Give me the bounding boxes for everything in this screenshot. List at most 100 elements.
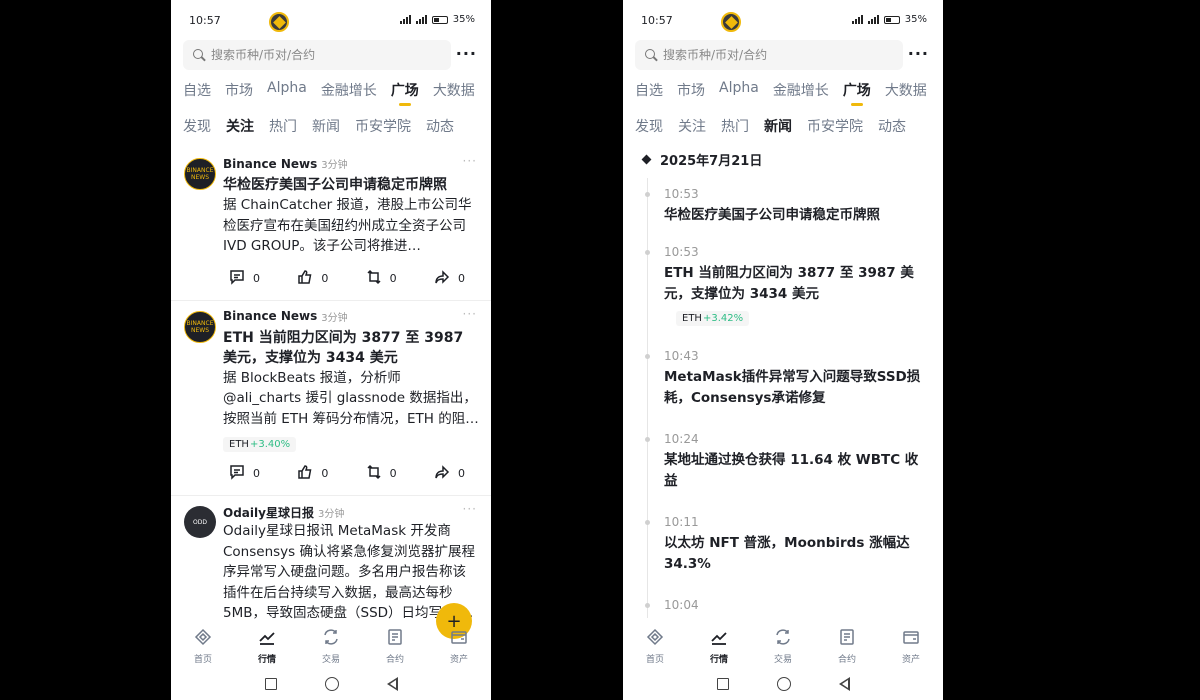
- news-item[interactable]: 10:43 MetaMask插件异常写入问题导致SSD损耗，Consensys承诺…: [623, 340, 943, 409]
- tab-secondary-0[interactable]: 发现: [183, 116, 211, 136]
- tab-primary-1[interactable]: 市场: [225, 80, 253, 100]
- post-body[interactable]: 据 BlockBeats 报道，分析师 @ali_charts 援引 glass…: [223, 368, 479, 430]
- post-body[interactable]: 据 ChainCatcher 报道，港股上市公司华检医疗宣布在美国纽约州成立全资…: [223, 195, 479, 257]
- coin-tag[interactable]: ETH+3.40%: [223, 437, 297, 452]
- repost-icon: [366, 464, 382, 483]
- post-title[interactable]: 华检医疗美国子公司申请稳定币牌照: [223, 175, 479, 195]
- home-system-icon[interactable]: [324, 677, 339, 691]
- news-item[interactable]: 10:04: [623, 589, 943, 612]
- news-item[interactable]: 10:11 以太坊 NFT 普涨，Moonbirds 涨幅达 34.3%: [623, 506, 943, 575]
- tab-primary-5[interactable]: 大数据: [433, 80, 475, 100]
- nav-home[interactable]: 首页: [178, 628, 228, 668]
- more-options-icon[interactable]: ···: [456, 44, 477, 63]
- tab-primary-2[interactable]: Alpha: [719, 80, 759, 100]
- more-options-icon[interactable]: ···: [908, 44, 929, 63]
- post-more-icon[interactable]: ···: [463, 154, 477, 168]
- post-feed: BINANCE NEWS Binance News 3分钟 ··· 华检医疗美国子公司申…: [171, 148, 491, 628]
- tab-primary-4[interactable]: 广场: [391, 80, 419, 106]
- like-button[interactable]: 0: [297, 464, 328, 483]
- primary-tabs: 自选 市场 Alpha 金融增长 广场 大数据: [635, 80, 927, 106]
- nav-label: 合约: [385, 655, 404, 665]
- home-system-icon[interactable]: [776, 677, 791, 691]
- tab-primary-3[interactable]: 金融增长: [773, 80, 829, 100]
- tab-secondary-5[interactable]: 动态: [426, 116, 454, 136]
- nav-trade[interactable]: 交易: [306, 628, 356, 668]
- post-more-icon[interactable]: ···: [463, 307, 477, 321]
- tab-primary-0[interactable]: 自选: [183, 80, 211, 100]
- search-input[interactable]: [663, 48, 883, 62]
- post-more-icon[interactable]: ···: [463, 502, 477, 516]
- battery-percent: 35%: [452, 14, 475, 25]
- tab-primary-5[interactable]: 大数据: [885, 80, 927, 100]
- post-actions: 0 0 0 0: [223, 452, 479, 495]
- post-card[interactable]: BINANCE NEWS Binance News 3分钟 ··· ETH 当前阻力区间…: [171, 301, 491, 496]
- nav-futures[interactable]: 合约: [822, 628, 872, 668]
- comment-button[interactable]: 0: [229, 464, 260, 483]
- news-headline[interactable]: 某地址通过换仓获得 11.64 枚 WBTC 收益: [664, 450, 929, 492]
- nav-wallet[interactable]: 资产: [886, 628, 936, 668]
- post-time: 3分钟: [321, 312, 348, 324]
- comment-button[interactable]: 0: [229, 269, 260, 288]
- repost-button[interactable]: 0: [366, 464, 397, 483]
- timeline-dot: [645, 192, 650, 197]
- tab-secondary-4[interactable]: 币安学院: [807, 116, 863, 136]
- news-headline[interactable]: ETH 当前阻力区间为 3877 至 3987 美元，支撑位为 3434 美元: [664, 263, 929, 305]
- news-headline[interactable]: 华检医疗美国子公司申请稳定币牌照: [664, 205, 929, 226]
- tab-primary-3[interactable]: 金融增长: [321, 80, 377, 100]
- author-avatar[interactable]: BINANCE NEWS: [184, 158, 216, 190]
- tab-secondary-1[interactable]: 关注: [226, 116, 254, 136]
- nav-wallet[interactable]: 资产: [434, 628, 484, 668]
- tab-primary-2[interactable]: Alpha: [267, 80, 307, 100]
- news-time: 10:04: [664, 598, 699, 612]
- tab-primary-1[interactable]: 市场: [677, 80, 705, 100]
- author-name[interactable]: Binance News: [223, 309, 317, 323]
- tab-secondary-4[interactable]: 币安学院: [355, 116, 411, 136]
- nav-markets[interactable]: 行情: [694, 628, 744, 668]
- nav-futures[interactable]: 合约: [370, 628, 420, 668]
- news-item[interactable]: 10:53 华检医疗美国子公司申请稳定币牌照: [623, 178, 943, 226]
- back-icon[interactable]: [838, 677, 850, 691]
- post-card[interactable]: BINANCE NEWS Binance News 3分钟 ··· 华检医疗美国子公司申…: [171, 148, 491, 301]
- author-name[interactable]: Binance News: [223, 157, 317, 171]
- coin-tag[interactable]: ETH+3.42%: [676, 311, 750, 326]
- tab-secondary-3[interactable]: 新闻: [312, 116, 340, 136]
- recent-apps-icon[interactable]: [264, 678, 277, 690]
- nav-trade[interactable]: 交易: [758, 628, 808, 668]
- author-avatar[interactable]: ODD: [184, 506, 216, 538]
- search-input[interactable]: [211, 48, 431, 62]
- tab-secondary-2[interactable]: 热门: [721, 116, 749, 136]
- share-button[interactable]: 0: [434, 269, 465, 288]
- news-headline[interactable]: 以太坊 NFT 普涨，Moonbirds 涨幅达 34.3%: [664, 533, 929, 575]
- repost-button[interactable]: 0: [366, 269, 397, 288]
- like-button[interactable]: 0: [297, 269, 328, 288]
- post-time: 3分钟: [317, 509, 345, 520]
- secondary-tabs: 发现 关注 热门 新闻 币安学院 动态: [635, 116, 906, 136]
- back-icon[interactable]: [386, 677, 398, 691]
- author-avatar[interactable]: BINANCE NEWS: [184, 310, 216, 343]
- tab-secondary-0[interactable]: 发现: [635, 116, 663, 136]
- comment-icon: [229, 464, 245, 483]
- news-item[interactable]: 10:24 某地址通过换仓获得 11.64 枚 WBTC 收益: [623, 423, 943, 492]
- news-item[interactable]: 10:53 ETH 当前阻力区间为 3877 至 3987 美元，支撑位为 343…: [623, 236, 943, 326]
- tab-secondary-3[interactable]: 新闻: [764, 116, 792, 136]
- author-name[interactable]: Odaily星球日报: [223, 504, 314, 521]
- search-bar[interactable]: [183, 40, 451, 70]
- share-button[interactable]: 0: [434, 464, 465, 483]
- nav-home[interactable]: 首页: [630, 628, 680, 668]
- search-bar[interactable]: [635, 40, 903, 70]
- recent-apps-icon[interactable]: [716, 678, 729, 690]
- tab-primary-0[interactable]: 自选: [635, 80, 663, 100]
- repost-icon: [366, 269, 382, 288]
- tab-primary-4[interactable]: 广场: [843, 80, 871, 106]
- signal-icon: [851, 15, 863, 24]
- tab-secondary-2[interactable]: 热门: [269, 116, 297, 136]
- nav-markets[interactable]: 行情: [242, 628, 292, 668]
- post-time: 3分钟: [321, 160, 348, 171]
- coin-change: +3.42%: [702, 313, 744, 324]
- tab-secondary-5[interactable]: 动态: [878, 116, 906, 136]
- tab-secondary-1[interactable]: 关注: [678, 116, 706, 136]
- share-icon: [434, 269, 450, 288]
- news-timeline: 10:53 华检医疗美国子公司申请稳定币牌照 10:53 ETH 当前阻力区间为 38…: [623, 178, 943, 618]
- post-title[interactable]: ETH 当前阻力区间为 3877 至 3987 美元，支撑位为 3434 美元: [223, 328, 479, 368]
- news-headline[interactable]: MetaMask插件异常写入问题导致SSD损耗，Consensys承诺修复: [664, 367, 929, 409]
